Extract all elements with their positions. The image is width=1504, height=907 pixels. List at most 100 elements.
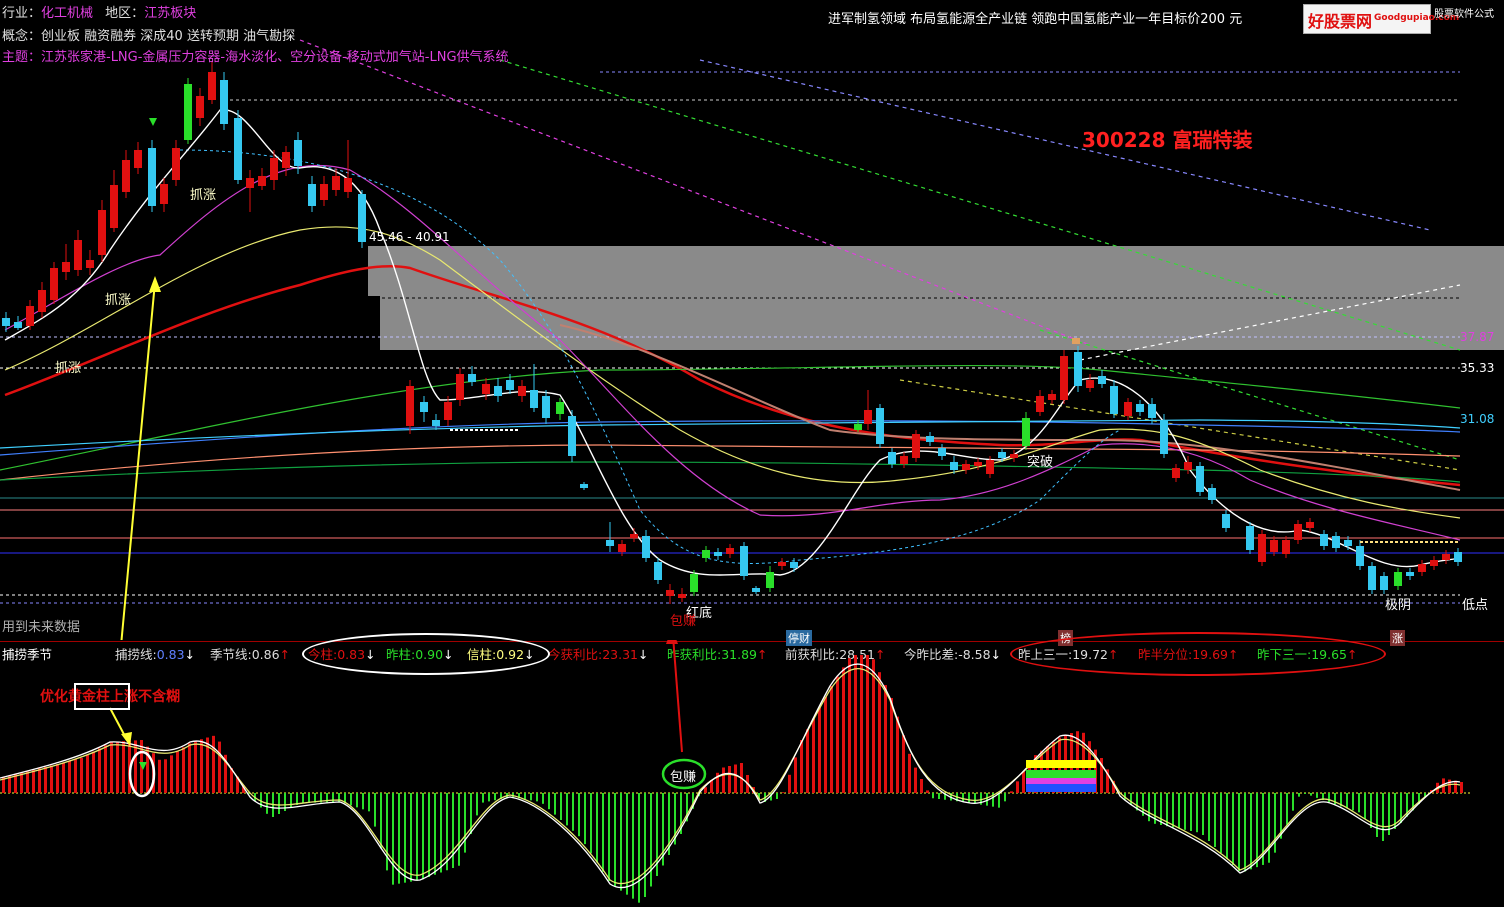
candle-body	[1196, 466, 1204, 492]
candle-body	[14, 322, 22, 328]
candle-body	[618, 544, 626, 552]
osc-bar	[884, 685, 887, 793]
osc-bar	[1016, 781, 1019, 793]
osc-bar	[44, 767, 47, 793]
osc-bar	[26, 771, 29, 793]
candle-body	[86, 260, 94, 268]
site-logo[interactable]: 好股票网 Goodgupiao.com	[1303, 4, 1459, 34]
osc-bar	[374, 793, 376, 827]
candle-body	[406, 386, 414, 426]
osc-bar	[218, 741, 221, 793]
candle-body	[1048, 394, 1056, 400]
candle-body	[998, 452, 1006, 458]
osc-bar	[596, 793, 598, 863]
candle-body	[1294, 524, 1302, 540]
osc-bar	[1022, 771, 1025, 793]
oscillator-chart[interactable]	[0, 640, 1504, 907]
price-label-31-08: 31.08	[1460, 412, 1495, 426]
osc-bar	[908, 753, 911, 793]
candle-body	[678, 594, 686, 598]
candle-body	[974, 462, 982, 466]
candle-body	[1344, 540, 1352, 546]
osc-bar	[830, 686, 833, 793]
candle-body	[542, 396, 550, 418]
colored-signal-bars	[1026, 760, 1096, 792]
candle-body	[98, 210, 106, 255]
osc-bar	[860, 655, 863, 793]
red-arrow-line	[672, 640, 683, 753]
candle-body	[432, 420, 440, 426]
osc-bar	[1196, 793, 1198, 833]
osc-bar	[1256, 793, 1258, 868]
osc-bar	[818, 707, 821, 793]
osc-bar	[932, 793, 934, 799]
osc-bar	[878, 672, 881, 793]
osc-bar	[1226, 793, 1228, 859]
osc-bar	[350, 793, 352, 806]
candle-body	[580, 484, 588, 488]
green-down-arrow-icon	[149, 118, 157, 126]
osc-bar	[704, 787, 707, 793]
didian-label: 低点	[1462, 598, 1489, 613]
candle-body	[900, 456, 908, 464]
candle-body	[790, 562, 798, 568]
jiyin-label: 极阴	[1385, 598, 1412, 613]
osc-bar	[728, 766, 731, 793]
candle-body	[912, 434, 920, 458]
news-line: 进军制氢领域 布局氢能源全产业链 领跑中国氢能产业一年目标价200 元	[828, 12, 1243, 27]
osc-bar	[452, 793, 454, 868]
osc-bar	[560, 793, 562, 820]
candle-body	[1406, 572, 1414, 576]
candle-body	[494, 386, 502, 396]
osc-bar	[1250, 793, 1252, 870]
candle-body	[220, 80, 228, 124]
candle-body	[1430, 560, 1438, 566]
osc-bar	[842, 667, 845, 793]
candle-body	[332, 176, 340, 190]
baozhuan-label: 包赚	[670, 614, 697, 629]
candle-body	[986, 460, 994, 474]
candle-body	[1418, 564, 1426, 572]
osc-bar	[356, 793, 358, 808]
osc-bar	[338, 793, 340, 803]
osc-bar	[116, 741, 119, 793]
osc-bar	[926, 790, 929, 793]
candle-body	[926, 436, 934, 442]
main-price-chart[interactable]	[0, 0, 1504, 640]
osc-bar	[122, 741, 125, 793]
candle-body	[642, 536, 650, 558]
candle-body	[1442, 554, 1450, 560]
candle-body	[26, 306, 34, 326]
osc-bar	[824, 696, 827, 793]
osc-bar	[1244, 793, 1246, 872]
osc-bar	[380, 793, 382, 849]
candle-body	[308, 184, 316, 206]
osc-bar	[1172, 793, 1174, 828]
candle-body	[172, 148, 180, 180]
osc-bar	[434, 793, 436, 875]
osc-bar	[302, 793, 304, 803]
osc-bar	[1274, 793, 1276, 853]
osc-bar	[1460, 782, 1463, 793]
candle-body	[1184, 462, 1192, 470]
osc-bar	[890, 698, 893, 793]
osc-bar	[188, 743, 191, 793]
osc-bar	[290, 793, 292, 808]
osc-bar	[362, 793, 364, 810]
candle-body	[110, 185, 118, 228]
future-data-note: 用到未来数据	[2, 620, 81, 635]
osc-bar	[488, 793, 490, 802]
osc-bar	[1184, 793, 1186, 830]
candle-body	[50, 268, 58, 300]
osc-bar	[1352, 793, 1354, 811]
osc-bar	[974, 793, 976, 804]
osc-bar	[8, 776, 11, 793]
candle-body	[1356, 546, 1364, 566]
osc-bar	[1130, 793, 1132, 805]
candle-body	[740, 546, 748, 576]
candle-body	[1060, 356, 1068, 400]
candle-body	[778, 562, 786, 566]
candle-body	[606, 540, 614, 546]
candle-body	[854, 424, 862, 430]
osc-bar	[1310, 793, 1312, 796]
